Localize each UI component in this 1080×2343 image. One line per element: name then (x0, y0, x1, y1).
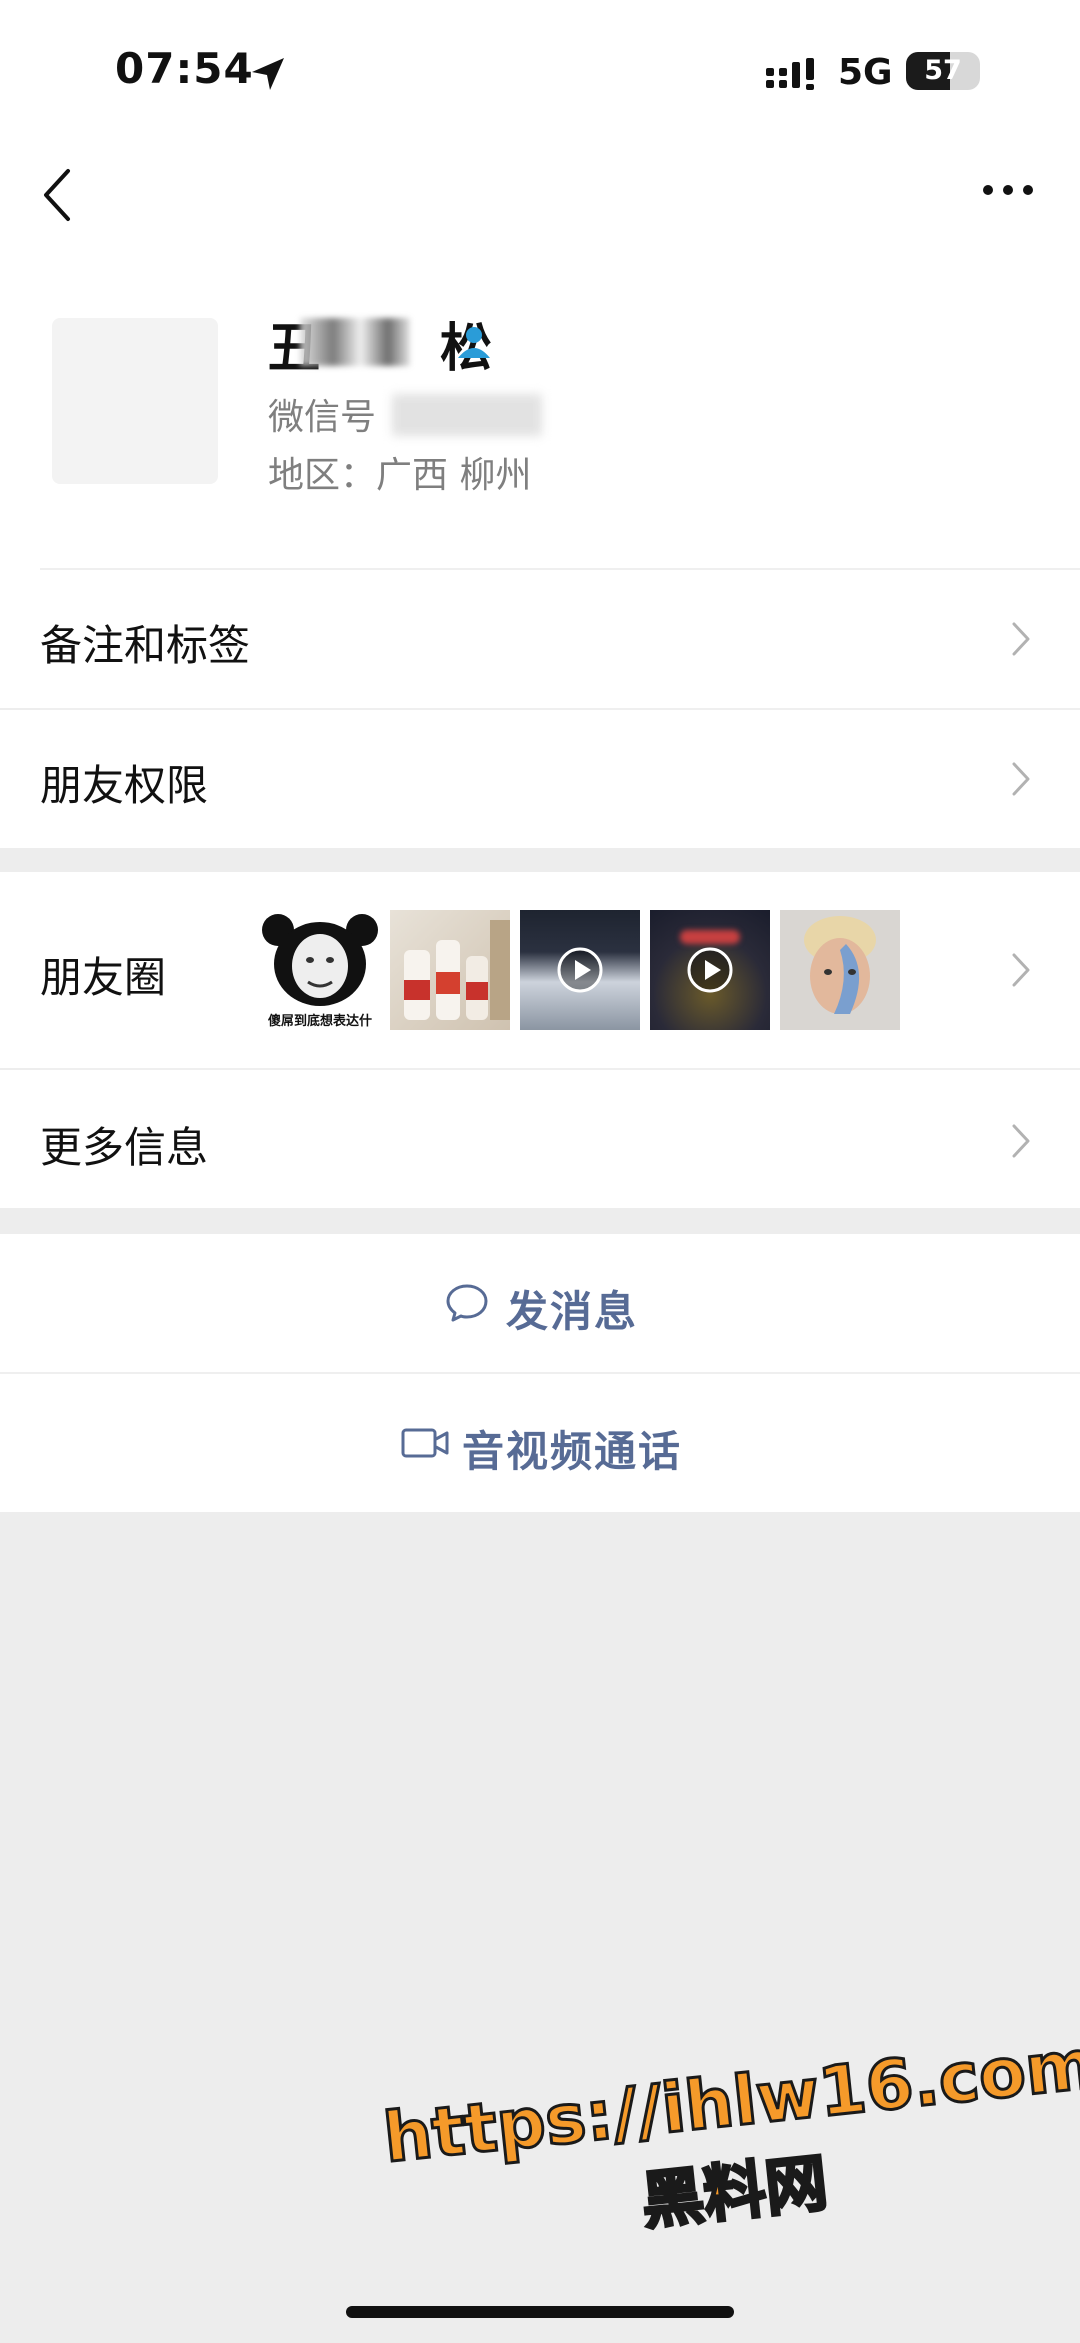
chevron-right-icon (1012, 622, 1030, 656)
moments-thumb-portrait (780, 910, 900, 1030)
liquor-bottles-image (404, 920, 510, 1020)
moments-thumb-video-snow (520, 910, 640, 1030)
meme-caption: 傻屌到底想表达什 (267, 1014, 372, 1029)
name-redaction (300, 318, 410, 366)
signal-icon (766, 58, 814, 90)
send-message-button[interactable]: 发消息 (0, 1234, 1080, 1372)
chevron-right-icon (1012, 953, 1030, 987)
watermark-sub: 黑料网 (637, 2144, 833, 2239)
play-icon (687, 947, 733, 993)
status-time: 07:54 (115, 44, 254, 93)
moments-thumb-video-dark (650, 910, 770, 1030)
friend-permissions-label: 朋友权限 (40, 761, 209, 810)
back-chevron-icon[interactable] (38, 165, 78, 225)
location-arrow-icon (252, 58, 284, 90)
av-call-button[interactable]: 音视频通话 (0, 1374, 1080, 1512)
more-info-label: 更多信息 (40, 1123, 209, 1172)
remark-tags-label: 备注和标签 (40, 621, 251, 670)
video-camera-icon (401, 1428, 449, 1458)
status-bar: 07:54 5G 57 (0, 0, 1080, 150)
wechat-id-label: 微信号 (268, 397, 377, 438)
send-message-label: 发消息 (506, 1287, 639, 1336)
moments-thumb-meme: 傻屌到底想表达什 (260, 910, 380, 1030)
more-options-icon[interactable] (982, 180, 1034, 200)
av-call-label: 音视频通话 (462, 1427, 683, 1476)
battery-icon: 57 (906, 52, 980, 90)
red-light (680, 930, 740, 944)
remark-tags-row[interactable]: 备注和标签 (0, 570, 1080, 708)
avatar[interactable] (52, 318, 218, 484)
user-gender-icon (458, 327, 490, 358)
site-watermark: https://ihlw16.com 黑料网 (378, 2024, 1080, 2299)
chevron-right-icon (1012, 1124, 1030, 1158)
home-indicator[interactable] (346, 2306, 734, 2318)
portrait-image (804, 916, 876, 1014)
network-type: 5G (838, 52, 893, 93)
friend-permissions-row[interactable]: 朋友权限 (0, 710, 1080, 848)
chat-bubble-icon (446, 1284, 488, 1322)
play-icon (557, 947, 603, 993)
more-info-row[interactable]: 更多信息 (0, 1070, 1080, 1208)
moments-label: 朋友圈 (40, 953, 167, 1002)
region-text: 地区：广西 柳州 (268, 455, 532, 496)
moments-thumb-bottles (390, 910, 510, 1030)
wechat-id-redaction (392, 394, 542, 436)
chevron-right-icon (1012, 762, 1030, 796)
battery-level: 57 (924, 55, 962, 86)
moments-row[interactable]: 朋友圈 傻屌到底想表达什 (0, 872, 1080, 1068)
